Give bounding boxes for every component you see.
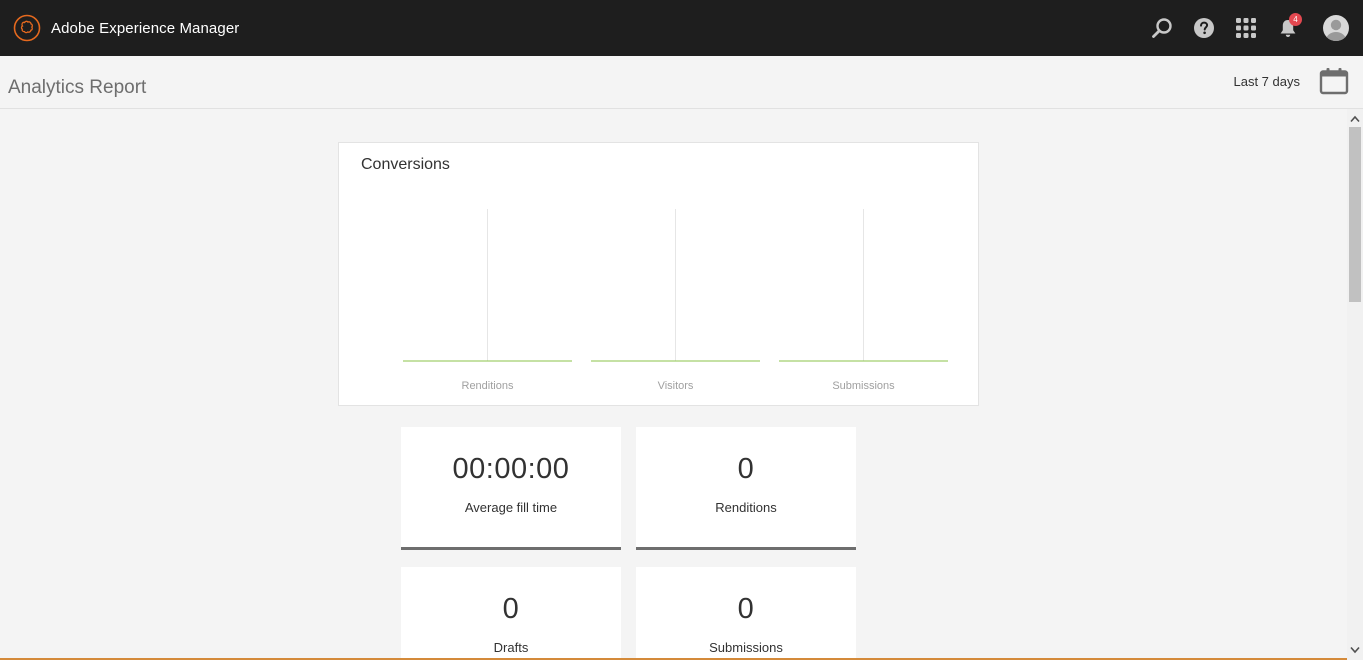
conversions-chart: Renditions Visitors Submissions <box>403 209 948 392</box>
shell-header: Adobe Experience Manager 4 <box>0 0 1363 56</box>
user-avatar-icon <box>1323 15 1349 41</box>
chart-category-label: Renditions <box>462 380 514 392</box>
shell-actions: 4 <box>1141 0 1363 56</box>
chart-category-label: Visitors <box>658 380 694 392</box>
apps-grid-icon <box>1236 18 1256 38</box>
report-content: Renditions Visitors Submissions Conversion… <box>0 109 1347 660</box>
home-link[interactable]: Adobe Experience Manager <box>0 0 239 56</box>
tile-value: 0 <box>502 593 520 625</box>
tile-label: Renditions <box>715 500 777 515</box>
chart-category-label: Submissions <box>832 380 895 392</box>
help-button[interactable] <box>1183 0 1225 56</box>
scroll-thumb[interactable] <box>1349 127 1361 302</box>
tile-value: 00:00:00 <box>452 453 570 485</box>
scroll-up-button[interactable] <box>1347 111 1363 127</box>
chart-title: Conversions <box>361 156 450 173</box>
calendar-icon <box>1319 68 1349 95</box>
renditions-tile[interactable]: 0 Renditions <box>636 427 856 550</box>
average-fill-time-tile[interactable]: 00:00:00 Average fill time <box>401 427 621 550</box>
tile-value: 0 <box>737 593 755 625</box>
drafts-tile[interactable]: 0 Drafts <box>401 567 621 660</box>
vertical-scrollbar[interactable] <box>1347 109 1363 660</box>
tile-value: 0 <box>737 453 755 485</box>
user-profile-button[interactable] <box>1309 0 1363 56</box>
notification-count-badge: 4 <box>1289 13 1302 26</box>
chart-group-renditions: Renditions <box>403 209 572 392</box>
help-icon <box>1194 18 1214 38</box>
adobe-experience-manager-logo-icon <box>13 14 41 42</box>
notifications-button[interactable]: 4 <box>1267 0 1309 56</box>
tile-label: Average fill time <box>464 500 558 515</box>
tile-label: Submissions <box>709 640 783 655</box>
page-title: Analytics Report <box>8 77 147 98</box>
chevron-down-icon <box>1350 646 1360 654</box>
title-bar: Analytics Report Last 7 days <box>0 56 1363 109</box>
tile-label: Drafts <box>493 640 529 655</box>
chart-group-submissions: Submissions <box>779 209 948 392</box>
search-icon <box>1152 18 1172 38</box>
calendar-button[interactable] <box>1319 67 1349 95</box>
search-button[interactable] <box>1141 0 1183 56</box>
chart-group-visitors: Visitors <box>591 209 760 392</box>
apps-button[interactable] <box>1225 0 1267 56</box>
date-range-label[interactable]: Last 7 days <box>1234 74 1301 89</box>
chevron-up-icon <box>1350 115 1360 123</box>
conversions-chart-card: Renditions Visitors Submissions Conversion… <box>338 142 979 406</box>
submissions-tile[interactable]: 0 Submissions <box>636 567 856 660</box>
scroll-down-button[interactable] <box>1347 642 1363 658</box>
app-name: Adobe Experience Manager <box>51 19 240 37</box>
